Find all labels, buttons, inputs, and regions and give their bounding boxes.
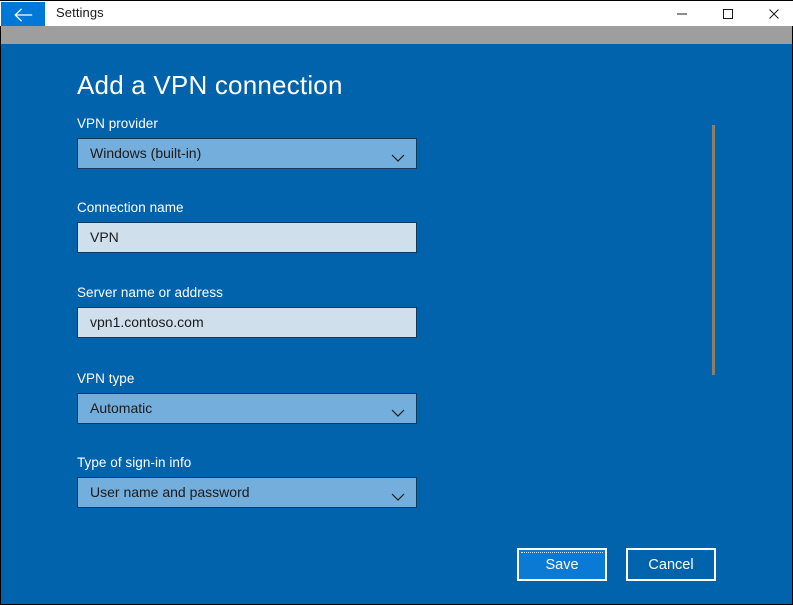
- vpn-connection-form: VPN provider Windows (built-in) Connecti…: [1, 44, 792, 604]
- cancel-button-label: Cancel: [648, 556, 694, 573]
- field-label-vpn-type: VPN type: [77, 371, 135, 386]
- vpn-type-select[interactable]: Automatic: [77, 393, 417, 424]
- settings-window: Settings Add a VPN connection VPN provid…: [0, 0, 793, 605]
- field-label-signin-type: Type of sign-in info: [77, 455, 192, 470]
- field-vpn-type: VPN type Automatic: [77, 371, 417, 424]
- minimize-button[interactable]: [659, 1, 705, 27]
- connection-name-input[interactable]: VPN: [77, 222, 417, 253]
- field-vpn-provider: VPN provider Windows (built-in): [77, 116, 417, 169]
- close-button[interactable]: [751, 1, 793, 27]
- signin-type-value: User name and password: [90, 484, 250, 500]
- cancel-button[interactable]: Cancel: [626, 548, 716, 581]
- field-label-vpn-provider: VPN provider: [77, 116, 158, 131]
- signin-type-select[interactable]: User name and password: [77, 477, 417, 508]
- field-label-connection-name: Connection name: [77, 200, 184, 215]
- connection-name-value: VPN: [90, 229, 119, 245]
- field-connection-name: Connection name VPN: [77, 200, 417, 253]
- window-title: Settings: [56, 5, 104, 20]
- vpn-type-value: Automatic: [90, 400, 153, 416]
- vpn-provider-select[interactable]: Windows (built-in): [77, 138, 417, 169]
- content-pane: Add a VPN connection VPN provider Window…: [1, 44, 792, 604]
- chevron-down-icon: [391, 489, 405, 507]
- server-name-input[interactable]: vpn1.contoso.com: [77, 307, 417, 338]
- save-button[interactable]: Save: [517, 548, 607, 581]
- vpn-provider-value: Windows (built-in): [90, 145, 202, 161]
- field-label-server-name: Server name or address: [77, 285, 223, 300]
- header-strip: [1, 26, 792, 44]
- chevron-down-icon: [391, 405, 405, 423]
- scrollbar-thumb[interactable]: [712, 125, 715, 375]
- maximize-button[interactable]: [705, 1, 751, 27]
- save-button-label: Save: [545, 556, 579, 573]
- title-bar: Settings: [0, 0, 793, 27]
- field-signin-type: Type of sign-in info User name and passw…: [77, 455, 417, 508]
- vertical-scrollbar[interactable]: [707, 44, 719, 604]
- server-name-value: vpn1.contoso.com: [90, 314, 204, 330]
- back-button[interactable]: [1, 2, 45, 27]
- field-server-name: Server name or address vpn1.contoso.com: [77, 285, 417, 338]
- chevron-down-icon: [391, 150, 405, 168]
